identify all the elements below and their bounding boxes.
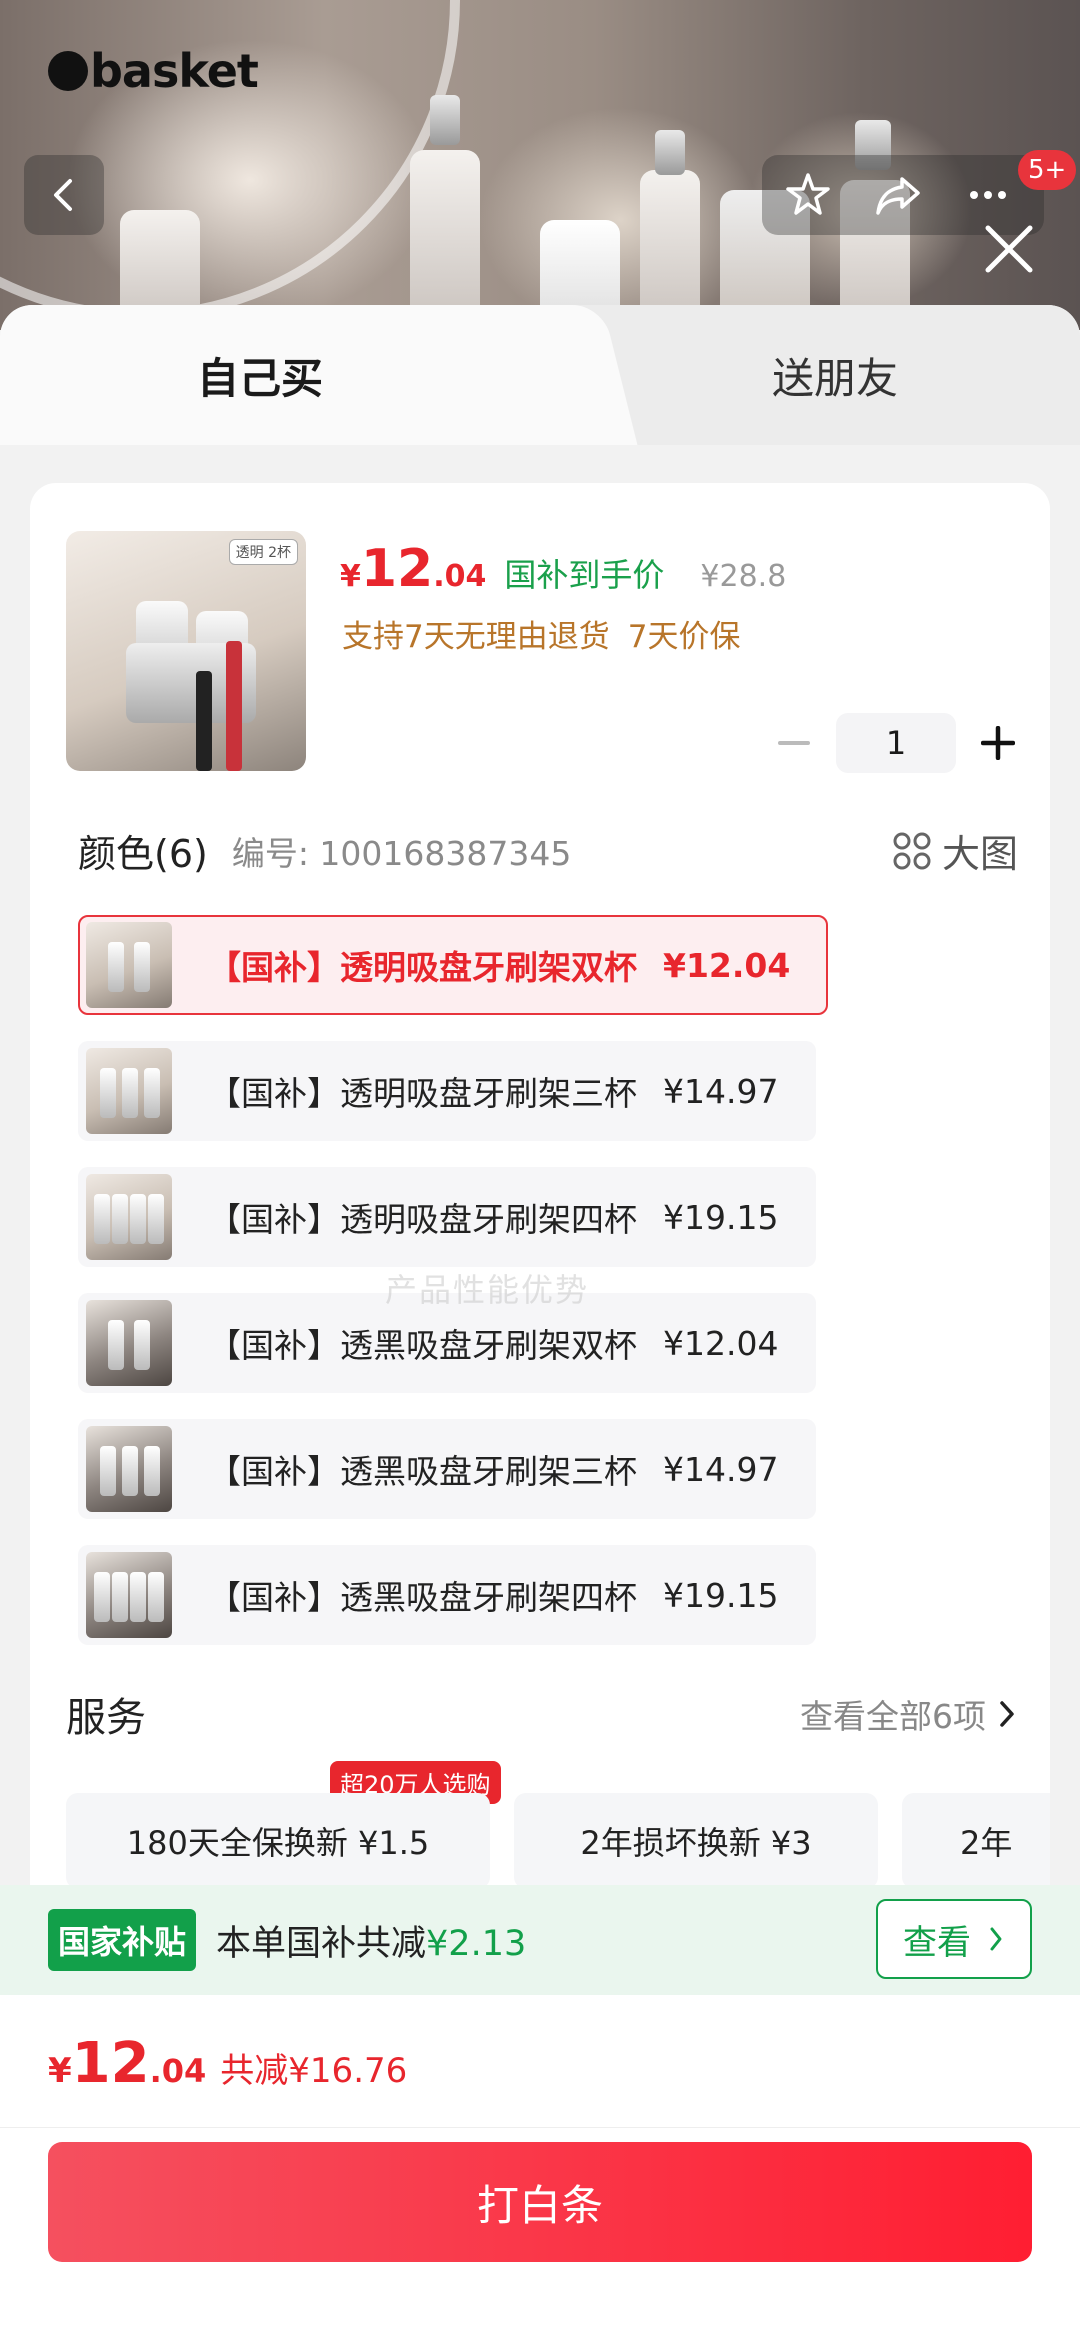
option-label: 【国补】透明吸盘牙刷架四杯	[208, 1200, 637, 1239]
subsidy-view-label: 查看	[903, 1922, 971, 1963]
option-thumbnail	[86, 1300, 172, 1386]
brand-logo: basket	[48, 44, 259, 98]
option-price: ¥14.97	[663, 1449, 779, 1489]
option-thumbnail	[86, 1426, 172, 1512]
services-header: 服务 查看全部6项	[66, 1685, 1016, 1743]
color-title: 颜色(6)	[78, 832, 208, 876]
decrease-button[interactable]	[770, 719, 818, 767]
bottle-cap	[430, 95, 460, 145]
option-price: ¥12.04	[663, 945, 791, 985]
subsidy-text: 本单国补共减¥2.13	[216, 1923, 527, 1964]
option-thumbnail	[86, 1552, 172, 1638]
grid-icon	[893, 832, 931, 869]
pay-area: 打白条	[0, 2127, 1080, 2344]
option-label: 【国补】透黑吸盘牙刷架四杯	[208, 1578, 637, 1617]
option-label: 【国补】透明吸盘牙刷架三杯	[208, 1074, 637, 1113]
national-subsidy-bar: 国家补贴 本单国补共减¥2.13 查看	[0, 1885, 1080, 1995]
total-currency: ¥	[48, 2051, 72, 2091]
tab-buy-self[interactable]: 自己买	[0, 305, 580, 445]
final-price: ¥12.04	[340, 539, 487, 599]
service-option[interactable]: 180天全保换新 ¥1.5	[66, 1793, 490, 1889]
total-price-row: ¥ 12 .04 共减¥16.76	[0, 1995, 1080, 2127]
promise-price-protect: 7天价保	[627, 619, 741, 655]
color-header: 颜色(6) 编号: 100168387345 大图	[78, 823, 1018, 878]
sku-option[interactable]: 【国补】透明吸盘牙刷架双杯 ¥12.04	[78, 915, 829, 1015]
total-price-dec: .04	[149, 2052, 207, 2090]
share-icon[interactable]	[872, 169, 924, 221]
service-option[interactable]: 2年损坏换新 ¥3	[514, 1793, 878, 1889]
original-price: ¥28.8	[700, 559, 787, 594]
view-all-label: 查看全部6项	[800, 1697, 986, 1736]
price-row: ¥12.04 国补到手价 ¥28.8	[340, 539, 786, 599]
minus-icon	[778, 741, 810, 745]
product-thumbnail[interactable]: 透明 2杯	[66, 531, 306, 771]
increase-button[interactable]	[974, 719, 1022, 767]
chevron-left-icon	[54, 179, 72, 211]
big-view-label: 大图	[941, 832, 1018, 876]
option-thumbnail	[86, 1048, 172, 1134]
option-thumbnail	[86, 922, 172, 1008]
option-price: ¥19.15	[663, 1575, 779, 1615]
total-price-int: 12	[71, 2031, 150, 2096]
price-label: 国补到手价	[504, 556, 665, 594]
option-price: ¥14.97	[663, 1071, 779, 1111]
chevron-right-icon	[1000, 1701, 1014, 1727]
promise-return: 支持7天无理由退货	[342, 619, 610, 655]
subsidy-amount: ¥2.13	[426, 1923, 527, 1964]
service-option[interactable]: 2年	[902, 1793, 1050, 1889]
bottle-cap	[655, 130, 685, 175]
service-promise: 支持7天无理由退货 7天价保	[342, 611, 758, 656]
option-thumbnail	[86, 1174, 172, 1260]
subsidy-badge: 国家补贴	[48, 1909, 197, 1971]
purchase-tabs: 送朋友 自己买	[0, 305, 1080, 445]
total-savings: 共减¥16.76	[220, 2051, 408, 2091]
sku-option[interactable]: 【国补】透明吸盘牙刷架三杯 ¥14.97	[78, 1041, 817, 1141]
tab-buy-self-label: 自己买	[196, 353, 323, 403]
subsidy-view-button[interactable]: 查看	[876, 1899, 1032, 1979]
option-price: ¥12.04	[663, 1323, 779, 1363]
sku-code: 编号: 100168387345	[231, 833, 572, 873]
services-view-all[interactable]: 查看全部6项	[800, 1690, 1016, 1738]
quantity-input[interactable]: 1	[836, 713, 956, 773]
plus-icon	[981, 726, 1015, 760]
sku-option[interactable]: 【国补】透黑吸盘牙刷架四杯 ¥19.15	[78, 1545, 817, 1645]
close-icon[interactable]	[978, 218, 1040, 280]
brush-shape	[226, 641, 242, 771]
sku-option[interactable]: 【国补】透明吸盘牙刷架四杯 ¥19.15	[78, 1167, 817, 1267]
option-price: ¥19.15	[663, 1197, 779, 1237]
option-label: 【国补】透黑吸盘牙刷架双杯	[208, 1326, 637, 1365]
pay-button[interactable]: 打白条	[48, 2142, 1032, 2262]
sku-option[interactable]: 【国补】透黑吸盘牙刷架三杯 ¥14.97	[78, 1419, 817, 1519]
option-label: 【国补】透黑吸盘牙刷架三杯	[208, 1452, 637, 1491]
star-icon[interactable]	[782, 169, 834, 221]
big-view-button[interactable]: 大图	[892, 823, 1018, 878]
message-count-badge: 5+	[1018, 150, 1077, 190]
bottle-shape	[410, 150, 480, 330]
services-title: 服务	[66, 1695, 146, 1741]
option-label: 【国补】透明吸盘牙刷架双杯	[208, 948, 637, 987]
thumbnail-tag: 透明 2杯	[228, 539, 298, 565]
tab-gift-friend[interactable]: 送朋友	[560, 305, 1080, 445]
watermark-text: 产品性能优势	[385, 1271, 590, 1309]
more-icon[interactable]	[962, 169, 1014, 221]
quantity-stepper: 1	[770, 713, 1022, 773]
back-button[interactable]	[24, 155, 104, 235]
chevron-right-icon	[990, 1927, 1002, 1951]
sku-card: 透明 2杯 ¥12.04 国补到手价 ¥28.8 支持7天无理由退货 7天价保 1	[30, 483, 1050, 1913]
brush-shape	[196, 671, 212, 771]
